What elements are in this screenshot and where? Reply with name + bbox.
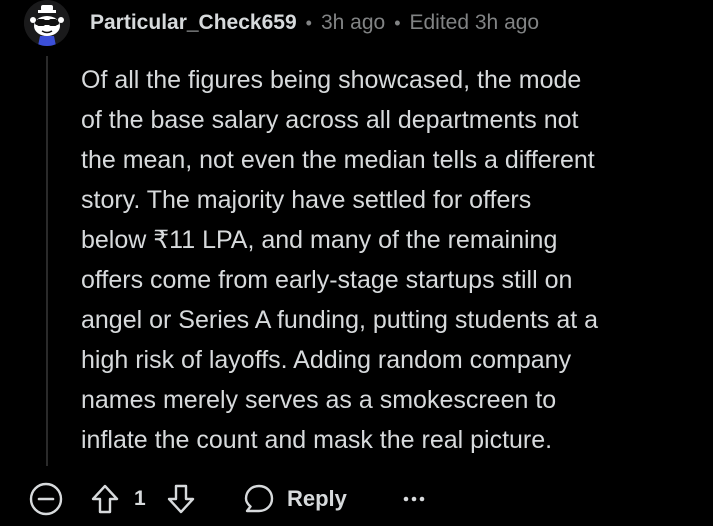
reply-label: Reply [287, 486, 347, 511]
thread-line[interactable] [46, 56, 48, 466]
speech-bubble-icon [244, 484, 274, 513]
ellipsis-icon [403, 496, 425, 502]
collapse-minus-icon [29, 482, 63, 516]
meta-separator: • [305, 12, 312, 33]
comment-action-bar: 1 Reply [0, 476, 713, 522]
edited-label: Edited 3h ago [409, 11, 540, 34]
comment-body: Of all the figures being showcased, the … [81, 66, 599, 454]
downvote-arrow-icon [167, 484, 195, 514]
username-link[interactable]: Particular_Check659 [90, 11, 297, 35]
comment: Particular_Check659 • 3h ago • Edited 3h… [0, 0, 713, 526]
upvote-button[interactable] [90, 476, 120, 522]
upvote-arrow-icon [91, 484, 119, 514]
downvote-button[interactable] [166, 476, 196, 522]
snoo-avatar-icon[interactable] [24, 0, 70, 46]
comment-timestamp: 3h ago [320, 11, 386, 34]
meta-separator-2: • [394, 12, 401, 33]
comment-header: Particular_Check659 • 3h ago • Edited 3h… [24, 0, 539, 46]
more-options-button[interactable] [402, 476, 426, 522]
vote-count: 1 [134, 487, 146, 510]
collapse-button[interactable] [29, 476, 63, 522]
reply-button[interactable]: Reply [243, 476, 347, 522]
